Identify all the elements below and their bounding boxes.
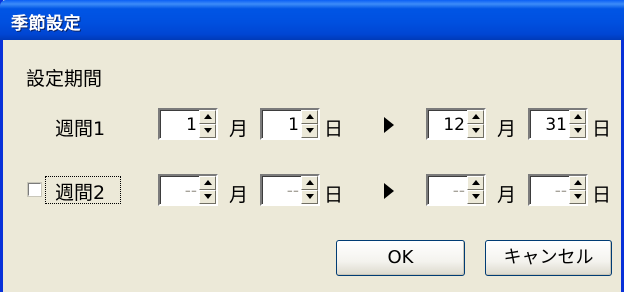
- week2-start-day-spin[interactable]: --: [260, 174, 320, 206]
- day-unit-label: 日: [592, 184, 612, 206]
- week2-start-month-value[interactable]: --: [185, 181, 197, 201]
- spin-up-icon[interactable]: [569, 176, 586, 190]
- spin-down-icon[interactable]: [199, 190, 216, 204]
- month-unit-label: 月: [497, 118, 517, 140]
- week1-start-month-value[interactable]: 1: [186, 115, 197, 135]
- month-unit-label: 月: [229, 184, 249, 206]
- title-bar[interactable]: 季節設定: [0, 0, 624, 40]
- week1-end-day-spin[interactable]: 31: [528, 108, 588, 140]
- section-label: 設定期間: [26, 68, 103, 90]
- week2-end-day-value[interactable]: --: [555, 181, 567, 201]
- week1-end-day-value[interactable]: 31: [545, 115, 567, 135]
- week2-checkbox[interactable]: [27, 182, 42, 197]
- spin-up-icon[interactable]: [467, 110, 484, 124]
- week1-end-month-spin[interactable]: 12: [426, 108, 486, 140]
- window-title: 季節設定: [11, 14, 81, 34]
- week1-label: 週間1: [55, 118, 106, 140]
- week1-start-day-spin[interactable]: 1: [260, 108, 320, 140]
- spin-up-icon[interactable]: [199, 110, 216, 124]
- month-unit-label: 月: [497, 184, 517, 206]
- day-unit-label: 日: [592, 118, 612, 140]
- spin-down-icon[interactable]: [569, 124, 586, 138]
- season-settings-dialog: 季節設定 設定期間 週間1 1 月 1 日 12 月 31 日 週間2 -- 月…: [0, 0, 624, 292]
- day-unit-label: 日: [324, 118, 344, 140]
- week2-start-month-spin[interactable]: --: [158, 174, 218, 206]
- day-unit-label: 日: [324, 184, 344, 206]
- spin-up-icon[interactable]: [569, 110, 586, 124]
- spin-up-icon[interactable]: [199, 176, 216, 190]
- week2-end-month-spin[interactable]: --: [426, 174, 486, 206]
- week2-end-month-value[interactable]: --: [453, 181, 465, 201]
- right-arrow-icon: [384, 117, 394, 133]
- week1-start-month-spin[interactable]: 1: [158, 108, 218, 140]
- spin-up-icon[interactable]: [301, 176, 318, 190]
- ok-button[interactable]: OK: [336, 240, 465, 276]
- week1-end-month-value[interactable]: 12: [443, 115, 465, 135]
- spin-down-icon[interactable]: [199, 124, 216, 138]
- cancel-button[interactable]: キャンセル: [485, 240, 612, 276]
- spin-up-icon[interactable]: [301, 110, 318, 124]
- week1-start-day-value[interactable]: 1: [288, 115, 299, 135]
- spin-down-icon[interactable]: [467, 190, 484, 204]
- month-unit-label: 月: [229, 118, 249, 140]
- week2-label[interactable]: 週間2: [55, 178, 105, 205]
- week2-start-day-value[interactable]: --: [287, 181, 299, 201]
- spin-up-icon[interactable]: [467, 176, 484, 190]
- right-arrow-icon: [384, 183, 394, 199]
- spin-down-icon[interactable]: [301, 124, 318, 138]
- spin-down-icon[interactable]: [467, 124, 484, 138]
- spin-down-icon[interactable]: [569, 190, 586, 204]
- week2-end-day-spin[interactable]: --: [528, 174, 588, 206]
- spin-down-icon[interactable]: [301, 190, 318, 204]
